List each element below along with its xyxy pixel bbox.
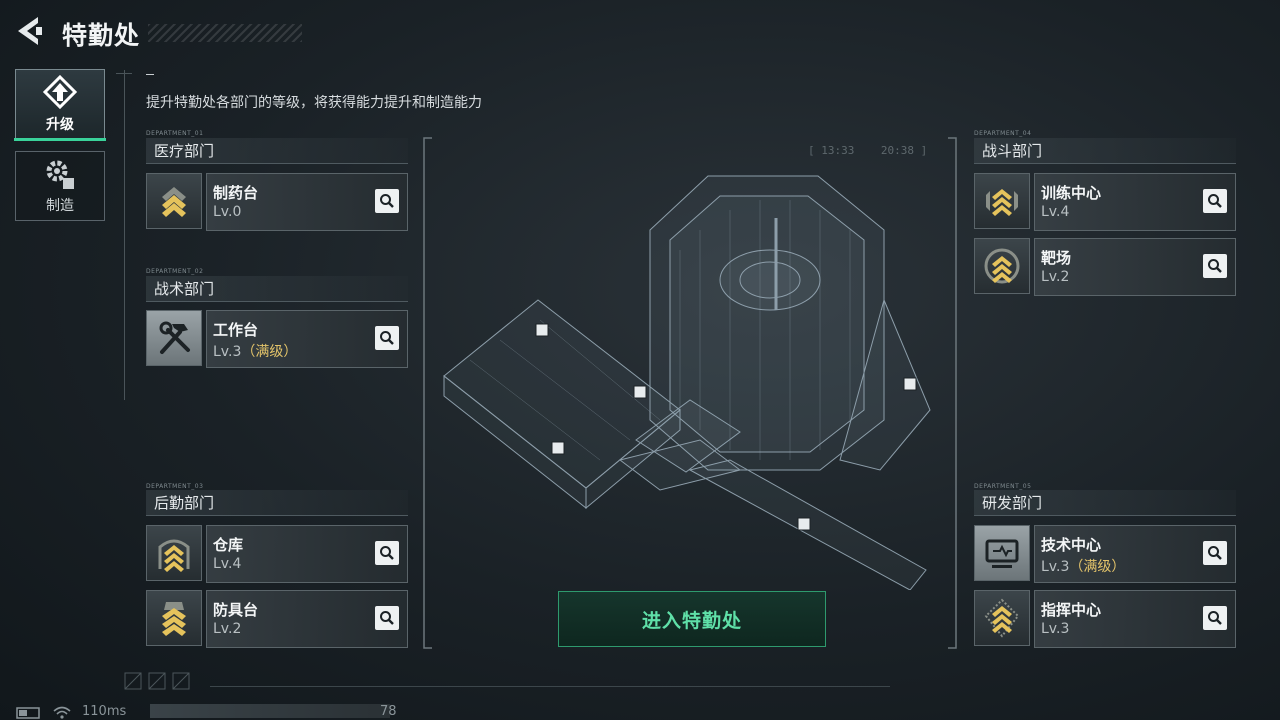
- dept-caption: DEPARTMENT_04: [974, 130, 1032, 137]
- facility-name: 训练中心: [1041, 184, 1102, 202]
- search-icon[interactable]: [375, 326, 399, 350]
- dept-title-logistics: 后勤部门: [146, 490, 408, 516]
- bottom-decoration: [124, 672, 190, 690]
- enter-button-label: 进入特勤处: [641, 609, 742, 632]
- facility-card-command-center[interactable]: 指挥中心 Lv.3: [974, 590, 1236, 648]
- facility-card-pharmacy[interactable]: 制药台 Lv.0: [146, 173, 408, 231]
- facility-icon: [974, 590, 1030, 646]
- facility-icon: [146, 590, 202, 646]
- hammer-wrench-icon: [159, 321, 190, 354]
- rank-chevron-icon: [162, 187, 186, 217]
- facility-name: 靶场: [1041, 249, 1072, 267]
- facility-level: Lv.2: [1041, 269, 1070, 285]
- facility-card-warehouse[interactable]: 仓库 Lv.4: [146, 525, 408, 583]
- facility-level: Lv.3: [1041, 621, 1070, 637]
- facility-level: Lv.0: [213, 204, 242, 220]
- divider: [124, 70, 125, 400]
- dept-title-tactical: 战术部门: [146, 276, 408, 302]
- page-title: 特勤处: [62, 21, 141, 50]
- facility-level: Lv.3（满级）: [213, 344, 298, 360]
- dept-title-combat: 战斗部门: [974, 138, 1236, 164]
- facility-icon: [974, 173, 1030, 229]
- max-level-tag: （满级）: [241, 344, 298, 360]
- rank-chevron-icon: [984, 598, 1020, 638]
- dept-caption: DEPARTMENT_03: [146, 483, 204, 490]
- facility-card-shooting-range[interactable]: 靶场 Lv.2: [974, 238, 1236, 296]
- search-icon[interactable]: [375, 541, 399, 565]
- gear-icon: [46, 160, 74, 189]
- nav-upgrade-label: 升级: [46, 117, 74, 133]
- rank-chevron-icon: [984, 248, 1020, 284]
- facility-name: 工作台: [213, 321, 259, 339]
- dept-title-research: 研发部门: [974, 490, 1236, 516]
- status-bar: [150, 704, 390, 718]
- ping-readout: 110ms: [82, 704, 127, 719]
- facility-icon: [146, 310, 202, 366]
- facility-name: 仓库: [213, 536, 244, 554]
- back-arrow-icon[interactable]: [14, 14, 44, 48]
- search-icon[interactable]: [1203, 606, 1227, 630]
- search-icon[interactable]: [1203, 254, 1227, 278]
- facility-icon: [974, 238, 1030, 294]
- dept-caption: DEPARTMENT_05: [974, 483, 1032, 490]
- facility-level: Lv.4: [213, 556, 242, 572]
- facility-name: 技术中心: [1041, 536, 1102, 554]
- rank-chevron-icon: [158, 539, 190, 572]
- facility-card-armor-bench[interactable]: 防具台 Lv.2: [146, 590, 408, 648]
- dept-title-medical: 医疗部门: [146, 138, 408, 164]
- hud-readout: [ 13:33 20:38 ]: [808, 144, 928, 157]
- nav-craft-label: 制造: [46, 198, 74, 214]
- base-wireframe-model: [443, 175, 931, 590]
- facility-level: Lv.2: [213, 621, 242, 637]
- facility-card-tech-center[interactable]: 技术中心 Lv.3（满级）: [974, 525, 1236, 583]
- nav-upgrade-button[interactable]: 升级: [15, 69, 105, 139]
- facility-name: 制药台: [213, 184, 259, 202]
- status-number: 78: [380, 704, 397, 719]
- divider-tick: [116, 73, 132, 74]
- facility-icon: [146, 525, 202, 581]
- facility-name: 防具台: [213, 601, 259, 619]
- dept-caption: DEPARTMENT_02: [146, 268, 204, 275]
- monitor-icon: [985, 539, 1019, 568]
- page-subtitle: 提升特勤处各部门的等级，将获得能力提升和制造能力: [146, 95, 482, 111]
- nav-craft-button[interactable]: 制造: [15, 151, 105, 221]
- facility-card-training-center[interactable]: 训练中心 Lv.4: [974, 173, 1236, 231]
- facility-level: Lv.3（满级）: [1041, 559, 1126, 575]
- nav-active-indicator: [14, 138, 106, 141]
- search-icon[interactable]: [375, 189, 399, 213]
- enter-headquarters-button[interactable]: 进入特勤处: [558, 591, 826, 647]
- search-icon[interactable]: [375, 606, 399, 630]
- facility-icon: [974, 525, 1030, 581]
- battery-wifi-icons: [16, 706, 71, 719]
- subtitle-mark: [146, 74, 154, 75]
- upgrade-icon: [42, 74, 78, 110]
- facility-level: Lv.4: [1041, 204, 1070, 220]
- title-decoration: [148, 24, 302, 42]
- rank-chevron-icon: [986, 189, 1018, 216]
- search-icon[interactable]: [1203, 541, 1227, 565]
- search-icon[interactable]: [1203, 189, 1227, 213]
- facility-icon: [146, 173, 202, 229]
- dept-caption: DEPARTMENT_01: [146, 130, 204, 137]
- max-level-tag: （满级）: [1069, 559, 1126, 575]
- facility-card-workbench[interactable]: 工作台 Lv.3（满级）: [146, 310, 408, 368]
- bottom-rule: [210, 686, 890, 687]
- rank-chevron-icon: [162, 602, 186, 636]
- facility-name: 指挥中心: [1041, 601, 1102, 619]
